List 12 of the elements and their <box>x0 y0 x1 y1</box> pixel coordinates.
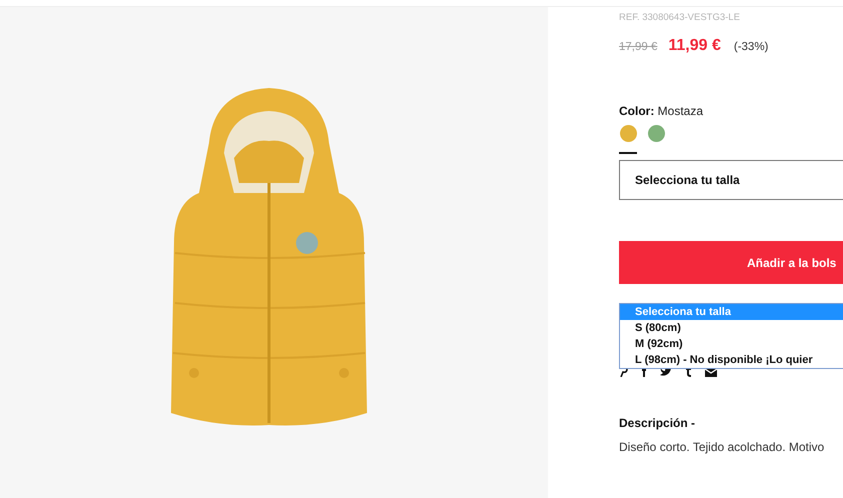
size-select[interactable]: Selecciona tu talla <box>619 160 843 200</box>
sale-price: 11,99 € <box>668 37 721 55</box>
size-option[interactable]: S (80cm) <box>620 320 843 336</box>
discount-label: (-33%) <box>734 41 768 53</box>
description-title: Descripción - <box>619 416 696 430</box>
size-option[interactable]: L (98cm) - No disponible ¡Lo quier <box>620 352 843 368</box>
size-option[interactable]: M (92cm) <box>620 336 843 352</box>
old-price: 17,99 € <box>619 41 658 53</box>
color-label: Color: Mostaza <box>619 104 704 118</box>
add-to-bag-button[interactable]: Añadir a la bols <box>619 241 843 284</box>
reference-code: REF. 33080643-VESTG3-LE <box>619 12 741 23</box>
description-text: Diseño corto. Tejido acolchado. Motivo <box>619 440 826 454</box>
